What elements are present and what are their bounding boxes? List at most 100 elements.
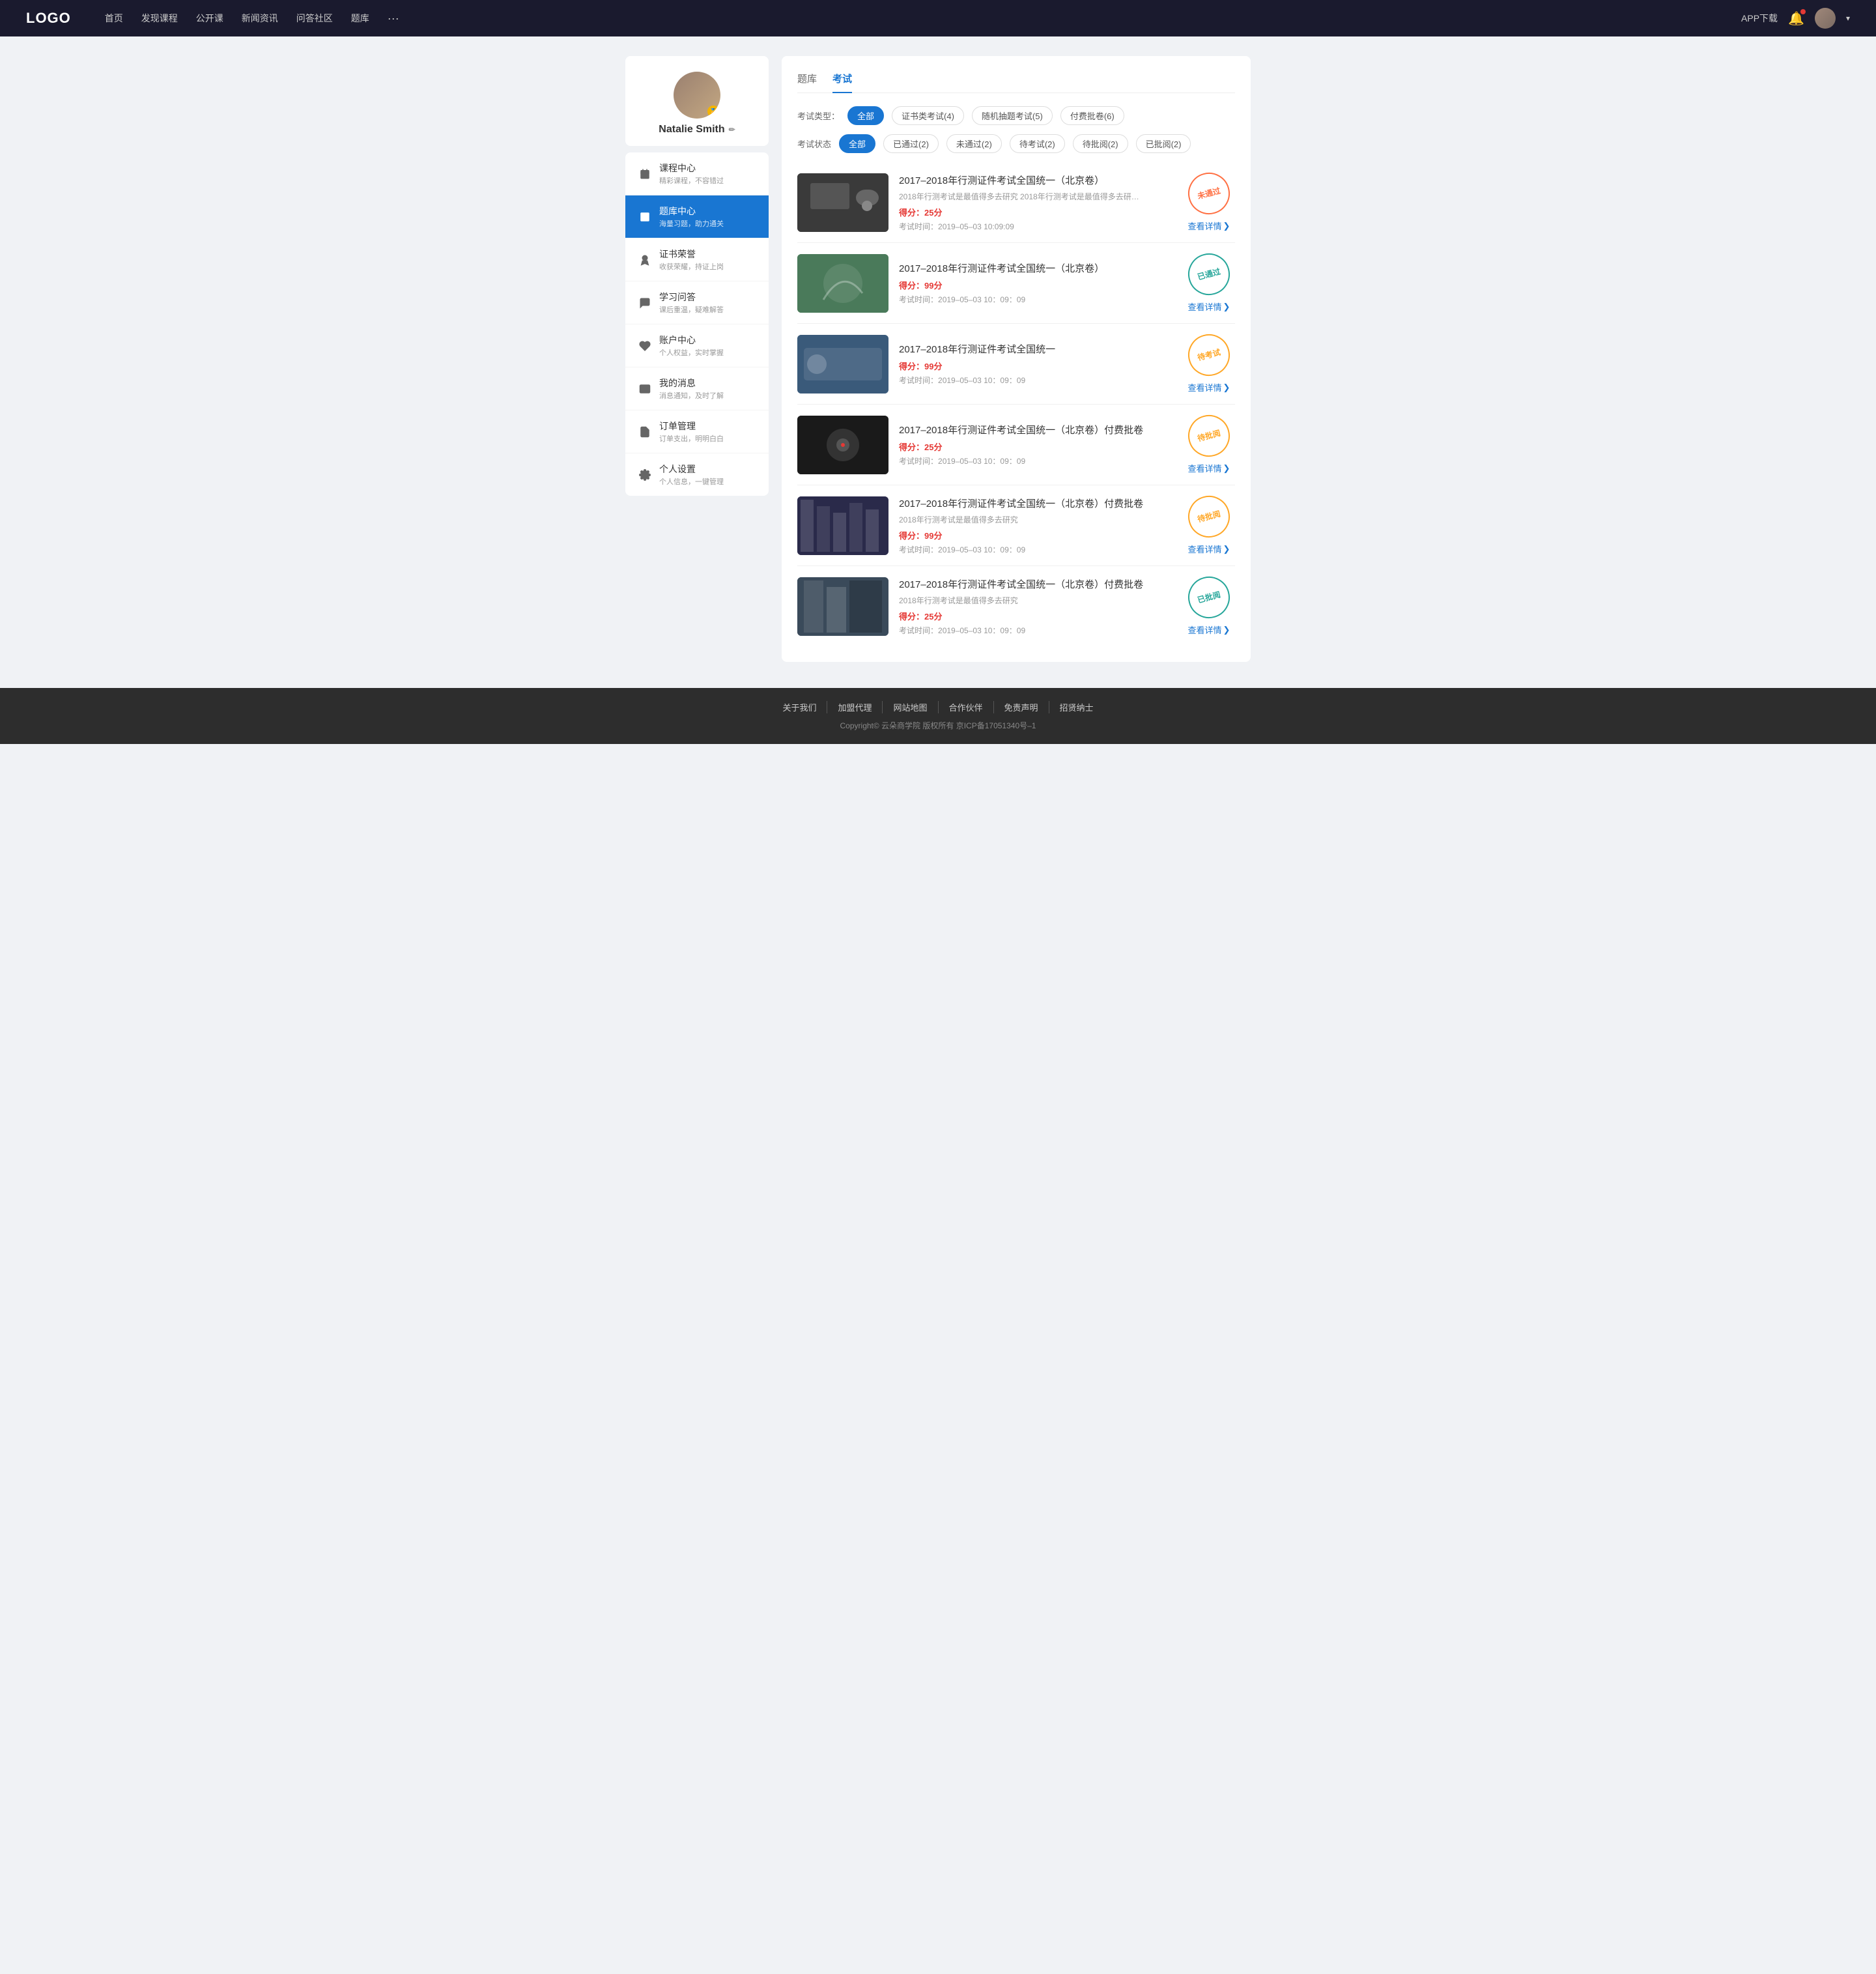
nav-more-icon[interactable]: ··· bbox=[388, 12, 399, 25]
exam-score-5: 得分：99分 bbox=[899, 529, 1172, 541]
sidebar-item-account[interactable]: 账户中心 个人权益，实时掌握 bbox=[625, 324, 769, 367]
sidebar-item-messages[interactable]: 我的消息 消息通知，及时了解 bbox=[625, 367, 769, 410]
nav-link-qa[interactable]: 问答社区 bbox=[296, 12, 333, 25]
menu-title-qbank: 题库中心 bbox=[659, 205, 756, 218]
award-icon bbox=[638, 253, 651, 266]
exam-item-6: 2017–2018年行测证件考试全国统一（北京卷）付费批卷 2018年行测考试是… bbox=[797, 566, 1235, 646]
menu-subtitle-course: 精彩课程，不容错过 bbox=[659, 175, 756, 186]
exam-score-4: 得分：25分 bbox=[899, 440, 1172, 453]
exam-time-1: 考试时间：2019–05–03 10:09:09 bbox=[899, 221, 1172, 232]
menu-title-course: 课程中心 bbox=[659, 162, 756, 175]
exam-thumbnail-4 bbox=[797, 416, 888, 474]
menu-text-qbank: 题库中心 海量习题，助力通关 bbox=[659, 205, 756, 229]
footer-link-about[interactable]: 关于我们 bbox=[772, 701, 827, 713]
exam-status-2: 已通过 查看详情 ❯ bbox=[1183, 253, 1235, 313]
avatar[interactable] bbox=[1815, 8, 1836, 29]
menu-title-account: 账户中心 bbox=[659, 334, 756, 347]
footer-link-sitemap[interactable]: 网站地图 bbox=[883, 701, 938, 713]
notification-bell[interactable]: 🔔 bbox=[1788, 10, 1804, 27]
filter-passed-status[interactable]: 已通过(2) bbox=[883, 134, 939, 153]
avatar-image bbox=[1815, 8, 1836, 29]
exam-info-2: 2017–2018年行测证件考试全国统一（北京卷） 得分：99分 考试时间：20… bbox=[899, 261, 1172, 305]
document-icon bbox=[638, 425, 651, 438]
exam-title-1: 2017–2018年行测证件考试全国统一（北京卷） bbox=[899, 173, 1172, 187]
top-nav: LOGO 首页 发现课程 公开课 新闻资讯 问答社区 题库 ··· APP下载 … bbox=[0, 0, 1876, 36]
exam-desc-6: 2018年行测考试是最值得多去研究 bbox=[899, 595, 1146, 606]
view-detail-5[interactable]: 查看详情 ❯ bbox=[1188, 543, 1230, 555]
exam-info-4: 2017–2018年行测证件考试全国统一（北京卷）付费批卷 得分：25分 考试时… bbox=[899, 423, 1172, 466]
exam-thumbnail-6 bbox=[797, 577, 888, 636]
filter-all-status[interactable]: 全部 bbox=[839, 134, 875, 153]
chevron-down-icon[interactable]: ▾ bbox=[1846, 14, 1850, 23]
menu-subtitle-qbank: 海量习题，助力通关 bbox=[659, 218, 756, 229]
nav-right: APP下载 🔔 ▾ bbox=[1741, 8, 1850, 29]
filter-all-type[interactable]: 全部 bbox=[847, 106, 884, 125]
exam-info-5: 2017–2018年行测证件考试全国统一（北京卷）付费批卷 2018年行测考试是… bbox=[899, 496, 1172, 555]
menu-text-settings: 个人设置 个人信息，一键管理 bbox=[659, 463, 756, 487]
filter-review-status[interactable]: 待批阅(2) bbox=[1073, 134, 1128, 153]
nav-link-news[interactable]: 新闻资讯 bbox=[242, 12, 278, 25]
nav-link-home[interactable]: 首页 bbox=[105, 12, 123, 25]
tab-question-bank[interactable]: 题库 bbox=[797, 72, 817, 93]
profile-card: 🏅 Natalie Smith ✏ bbox=[625, 56, 769, 146]
footer-link-agent[interactable]: 加盟代理 bbox=[827, 701, 883, 713]
filter-random-type[interactable]: 随机抽题考试(5) bbox=[972, 106, 1053, 125]
nav-link-public[interactable]: 公开课 bbox=[196, 12, 223, 25]
view-detail-1[interactable]: 查看详情 ❯ bbox=[1188, 220, 1230, 232]
footer-link-disclaimer[interactable]: 免责声明 bbox=[994, 701, 1049, 713]
exam-desc-5: 2018年行测考试是最值得多去研究 bbox=[899, 514, 1146, 525]
exam-thumbnail-5 bbox=[797, 496, 888, 555]
exam-time-4: 考试时间：2019–05–03 10：09：09 bbox=[899, 455, 1172, 466]
view-detail-6[interactable]: 查看详情 ❯ bbox=[1188, 623, 1230, 636]
nav-link-courses[interactable]: 发现课程 bbox=[141, 12, 178, 25]
exam-title-4: 2017–2018年行测证件考试全国统一（北京卷）付费批卷 bbox=[899, 423, 1172, 436]
sidebar-item-certificate[interactable]: 证书荣誉 收获荣耀，持证上岗 bbox=[625, 238, 769, 281]
sidebar-item-question-bank[interactable]: 题库中心 海量习题，助力通关 bbox=[625, 195, 769, 238]
exam-status-3: 待考试 查看详情 ❯ bbox=[1183, 334, 1235, 393]
view-detail-2[interactable]: 查看详情 ❯ bbox=[1188, 300, 1230, 313]
exam-info-3: 2017–2018年行测证件考试全国统一 得分：99分 考试时间：2019–05… bbox=[899, 342, 1172, 386]
app-download-link[interactable]: APP下载 bbox=[1741, 12, 1778, 25]
menu-text-orders: 订单管理 订单支出，明明白白 bbox=[659, 420, 756, 444]
exam-type-filter-row: 考试类型： 全部 证书类考试(4) 随机抽题考试(5) 付费批卷(6) bbox=[797, 106, 1235, 125]
status-stamp-review-2: 待批阅 bbox=[1184, 491, 1234, 542]
exam-time-2: 考试时间：2019–05–03 10：09：09 bbox=[899, 294, 1172, 305]
filter-reviewed-status[interactable]: 已批阅(2) bbox=[1136, 134, 1191, 153]
exam-title-5: 2017–2018年行测证件考试全国统一（北京卷）付费批卷 bbox=[899, 496, 1172, 510]
logo: LOGO bbox=[26, 10, 71, 27]
menu-text-qa: 学习问答 课后重温，疑难解答 bbox=[659, 291, 756, 315]
menu-title-qa: 学习问答 bbox=[659, 291, 756, 304]
status-stamp-not-passed: 未通过 bbox=[1184, 168, 1234, 219]
tab-exam[interactable]: 考试 bbox=[832, 72, 852, 93]
menu-text-messages: 我的消息 消息通知，及时了解 bbox=[659, 377, 756, 401]
menu-title-messages: 我的消息 bbox=[659, 377, 756, 390]
footer-link-recruit[interactable]: 招贤纳士 bbox=[1049, 701, 1104, 713]
sidebar-item-orders[interactable]: 订单管理 订单支出，明明白白 bbox=[625, 410, 769, 453]
filter-pending-status[interactable]: 待考试(2) bbox=[1010, 134, 1065, 153]
exam-item-5: 2017–2018年行测证件考试全国统一（北京卷）付费批卷 2018年行测考试是… bbox=[797, 485, 1235, 566]
nav-link-bank[interactable]: 题库 bbox=[351, 12, 369, 25]
exam-score-3: 得分：99分 bbox=[899, 360, 1172, 372]
heart-icon bbox=[638, 339, 651, 352]
exam-thumbnail-3 bbox=[797, 335, 888, 393]
filter-cert-type[interactable]: 证书类考试(4) bbox=[892, 106, 964, 125]
exam-desc-1: 2018年行测考试是最值得多去研究 2018年行测考试是最值得多去研究 2018… bbox=[899, 191, 1146, 202]
sidebar-item-settings[interactable]: 个人设置 个人信息，一键管理 bbox=[625, 453, 769, 496]
view-detail-3[interactable]: 查看详情 ❯ bbox=[1188, 381, 1230, 393]
filter-failed-status[interactable]: 未通过(2) bbox=[946, 134, 1002, 153]
menu-subtitle-qa: 课后重温，疑难解答 bbox=[659, 304, 756, 315]
menu-subtitle-orders: 订单支出，明明白白 bbox=[659, 433, 756, 444]
profile-avatar: 🏅 bbox=[674, 72, 720, 119]
edit-icon[interactable]: ✏ bbox=[729, 125, 735, 134]
menu-subtitle-cert: 收获荣耀，持证上岗 bbox=[659, 261, 756, 272]
sidebar-item-course[interactable]: 课程中心 精彩课程，不容错过 bbox=[625, 152, 769, 195]
profile-name-text: Natalie Smith bbox=[659, 124, 724, 136]
exam-list: 2017–2018年行测证件考试全国统一（北京卷） 2018年行测考试是最值得多… bbox=[797, 162, 1235, 646]
menu-text-course: 课程中心 精彩课程，不容错过 bbox=[659, 162, 756, 186]
top-tabs: 题库 考试 bbox=[797, 72, 1235, 93]
footer-link-partner[interactable]: 合作伙伴 bbox=[939, 701, 994, 713]
view-detail-4[interactable]: 查看详情 ❯ bbox=[1188, 462, 1230, 474]
sidebar-item-qa[interactable]: 学习问答 课后重温，疑难解答 bbox=[625, 281, 769, 324]
exam-time-6: 考试时间：2019–05–03 10：09：09 bbox=[899, 625, 1172, 636]
filter-paid-type[interactable]: 付费批卷(6) bbox=[1060, 106, 1124, 125]
